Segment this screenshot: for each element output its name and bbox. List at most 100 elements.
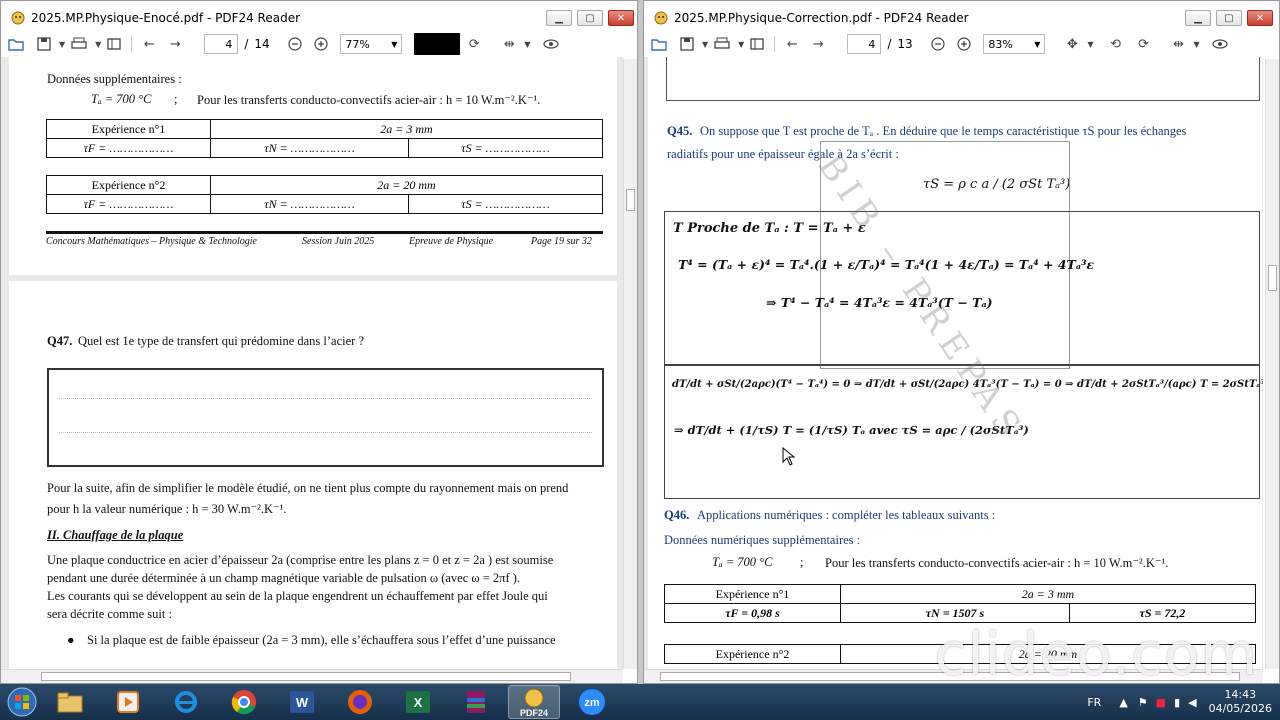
winrar-icon[interactable]: [450, 685, 502, 719]
pdf-page-20: Q47. Quel est 1e type de transfert qui p…: [9, 281, 617, 683]
open-folder-icon[interactable]: [644, 34, 674, 54]
maximize-button[interactable]: ▢: [1216, 10, 1242, 26]
page-total: 14: [254, 37, 270, 51]
sidebar-toggle-icon[interactable]: [101, 34, 127, 54]
chevron-down-icon: ▼: [1034, 39, 1041, 49]
show-hidden-icons[interactable]: ▲: [1119, 696, 1127, 709]
pan-tool-icon[interactable]: ✥: [1059, 34, 1085, 54]
q47-number: Q47.: [47, 334, 73, 348]
answer-box[interactable]: [47, 368, 604, 467]
clock[interactable]: 14:43 04/05/2026: [1209, 688, 1272, 716]
eye-icon[interactable]: [539, 34, 563, 54]
q46-text: Applications numériques : compléter les …: [697, 508, 996, 522]
left-titlebar[interactable]: 2025.MP.Physique-Enocé.pdf - PDF24 Reade…: [1, 1, 637, 34]
fit-width-icon[interactable]: ⇹: [1166, 34, 1192, 54]
work-line-1: T Proche de Tₐ : T = Tₐ + ε: [673, 221, 866, 236]
zoom-in-icon[interactable]: [951, 34, 977, 54]
zoom-value: 77%: [345, 37, 370, 51]
right-toolbar: ▼ ▼ ← → 4 / 13 83% ▼ ✥ ▼ ⟲ ⟳ ⇹ ▼: [644, 34, 1279, 54]
forward-arrow-icon[interactable]: →: [805, 34, 831, 54]
pdf24-app-icon: [10, 10, 26, 26]
right-document-view[interactable]: Q45. On suppose que T est proche de Tₐ .…: [644, 57, 1263, 683]
right-vertical-scrollbar[interactable]: [1265, 59, 1279, 669]
network-icon[interactable]: ▮: [1174, 696, 1180, 709]
bullet-text: Si la plaque est de faible épaisseur (2a…: [87, 633, 556, 647]
section-heading: II. Chauffage de la plaque: [47, 528, 184, 542]
left-vscroll-thumb[interactable]: [626, 189, 635, 211]
paragraph-line-6: sera décrite comme suit :: [47, 607, 172, 621]
work-line-5: ⇒ dT/dt + (1/τS) T = (1/τS) Tₐ avec τS =…: [674, 423, 1029, 437]
back-arrow-icon[interactable]: ←: [136, 34, 162, 54]
zoom-in-icon[interactable]: [308, 34, 334, 54]
eye-icon[interactable]: [1208, 34, 1232, 54]
clideo-watermark: clideo.com: [934, 620, 1258, 688]
file-explorer-icon[interactable]: [44, 685, 96, 719]
pdf-page-19: Données supplémentaires : Tₐ = 700 °C ; …: [9, 57, 617, 275]
save-icon[interactable]: [31, 34, 57, 54]
pan-dropdown-icon[interactable]: ▼: [1087, 40, 1093, 49]
system-tray: FR ▲ ⚑ ■ ▮ ◀ 14:43 04/05/2026: [1087, 684, 1272, 720]
back-arrow-icon[interactable]: ←: [779, 34, 805, 54]
q46-number: Q46.: [664, 508, 690, 522]
clock-time: 14:43: [1224, 688, 1257, 701]
right-titlebar[interactable]: 2025.MP.Physique-Correction.pdf - PDF24 …: [644, 1, 1279, 34]
left-pdf-window: 2025.MP.Physique-Enocé.pdf - PDF24 Reade…: [0, 0, 638, 684]
donnees-label: Données numériques supplémentaires :: [664, 533, 861, 547]
left-horizontal-scrollbar[interactable]: [1, 669, 623, 683]
firefox-icon[interactable]: [334, 685, 386, 719]
security-icon[interactable]: ■: [1156, 696, 1166, 709]
excel-icon[interactable]: X: [392, 685, 444, 719]
right-window-controls: ▁ ▢ ✕: [1180, 10, 1273, 26]
left-document-view[interactable]: Données supplémentaires : Tₐ = 700 °C ; …: [1, 57, 623, 683]
zoom-out-icon[interactable]: [282, 34, 308, 54]
pdf24-icon[interactable]: PDF24: [508, 685, 560, 719]
save-icon[interactable]: [674, 34, 700, 54]
left-window-controls: ▁ ▢ ✕: [541, 10, 634, 26]
rotate-right-icon[interactable]: ⟳: [1130, 34, 1158, 54]
page-number-input[interactable]: 4: [204, 34, 239, 54]
left-hscroll-thumb[interactable]: [41, 672, 571, 681]
footer-rule: [46, 231, 603, 234]
left-window-title: 2025.MP.Physique-Enocé.pdf - PDF24 Reade…: [31, 10, 301, 25]
zoom-select[interactable]: 77% ▼: [340, 34, 403, 54]
close-button[interactable]: ✕: [1247, 10, 1273, 26]
close-button[interactable]: ✕: [608, 10, 634, 26]
zoom-select[interactable]: 83% ▼: [983, 34, 1046, 54]
print-icon[interactable]: [65, 34, 93, 54]
forward-arrow-icon[interactable]: →: [162, 34, 188, 54]
right-vscroll-thumb[interactable]: [1268, 265, 1277, 291]
sidebar-toggle-icon[interactable]: [744, 34, 770, 54]
chrome-icon[interactable]: [218, 685, 270, 719]
zoom-out-icon[interactable]: [925, 34, 951, 54]
zoom-app-icon[interactable]: zm: [566, 685, 618, 719]
fit-width-icon[interactable]: ⇹: [496, 34, 522, 54]
page-number-input[interactable]: 4: [847, 34, 882, 54]
print-icon[interactable]: [708, 34, 736, 54]
paragraph-line-2: pour h la valeur numérique : h = 30 W.m⁻…: [47, 502, 287, 516]
media-player-icon[interactable]: [102, 685, 154, 719]
page-separator: /: [887, 37, 892, 51]
language-indicator[interactable]: FR: [1087, 696, 1101, 709]
maximize-button[interactable]: ▢: [577, 10, 603, 26]
word-icon[interactable]: W: [276, 685, 328, 719]
minimize-button[interactable]: ▁: [546, 10, 572, 26]
internet-explorer-icon[interactable]: [160, 685, 212, 719]
experience-2-table: Expérience n°2 2a = 20 mm τF = ……………… τN =…: [46, 175, 604, 214]
volume-icon[interactable]: ◀: [1188, 696, 1196, 709]
clock-date: 04/05/2026: [1208, 702, 1272, 715]
open-folder-icon[interactable]: [1, 34, 31, 54]
right-window-title: 2025.MP.Physique-Correction.pdf - PDF24 …: [674, 10, 969, 25]
windows-start-icon[interactable]: [0, 684, 44, 720]
fit-dropdown-icon[interactable]: ▼: [524, 40, 530, 49]
right-pdf-window: 2025.MP.Physique-Correction.pdf - PDF24 …: [643, 0, 1280, 684]
svg-text:PDF24: PDF24: [520, 708, 548, 718]
correction-page: Q45. On suppose que T est proche de Tₐ .…: [648, 57, 1263, 677]
page-separator: /: [244, 37, 249, 51]
rotate-left-icon[interactable]: ⟲: [1102, 34, 1130, 54]
minimize-button[interactable]: ▁: [1185, 10, 1211, 26]
left-vertical-scrollbar[interactable]: [623, 59, 637, 669]
flag-icon[interactable]: ⚑: [1138, 696, 1148, 709]
rotate-icon[interactable]: ⟳: [460, 34, 488, 54]
pdf24-app-icon: [653, 10, 669, 26]
fit-dropdown-icon[interactable]: ▼: [1194, 40, 1200, 49]
